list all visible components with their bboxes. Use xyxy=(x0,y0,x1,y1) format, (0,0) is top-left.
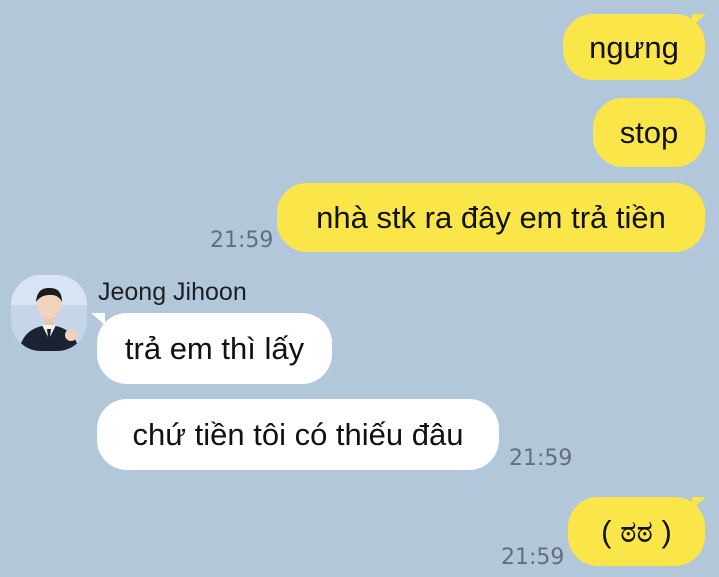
incoming-message-bubble[interactable]: chứ tiền tôi có thiếu đâu xyxy=(97,399,499,470)
incoming-message-text: chứ tiền tôi có thiếu đâu xyxy=(132,417,464,452)
message-timestamp: 21:59 xyxy=(501,545,565,570)
outgoing-message-bubble[interactable]: ngưng xyxy=(563,14,705,80)
message-timestamp: 21:59 xyxy=(210,228,274,253)
outgoing-message-text: nhà stk ra đây em trả tiền xyxy=(316,200,666,235)
person-photo-avatar-icon xyxy=(11,275,87,351)
avatar[interactable] xyxy=(11,275,87,351)
outgoing-message-text: stop xyxy=(619,115,679,150)
sender-name: Jeong Jihoon xyxy=(98,278,247,306)
outgoing-message-bubble[interactable]: nhà stk ra đây em trả tiền xyxy=(277,183,705,252)
bubble-tail xyxy=(91,313,105,325)
outgoing-message-text: ngưng xyxy=(589,29,679,65)
incoming-message-text: trả em thì lấy xyxy=(124,331,305,366)
outgoing-message-text: ( ಠಠ ) xyxy=(601,514,672,549)
bubble-tail xyxy=(692,14,706,26)
message-timestamp: 21:59 xyxy=(509,446,573,471)
outgoing-message-bubble[interactable]: ( ಠಠ ) xyxy=(568,497,705,566)
incoming-message-bubble[interactable]: trả em thì lấy xyxy=(97,313,332,384)
outgoing-message-bubble[interactable]: stop xyxy=(593,98,705,167)
bubble-tail xyxy=(692,497,706,509)
